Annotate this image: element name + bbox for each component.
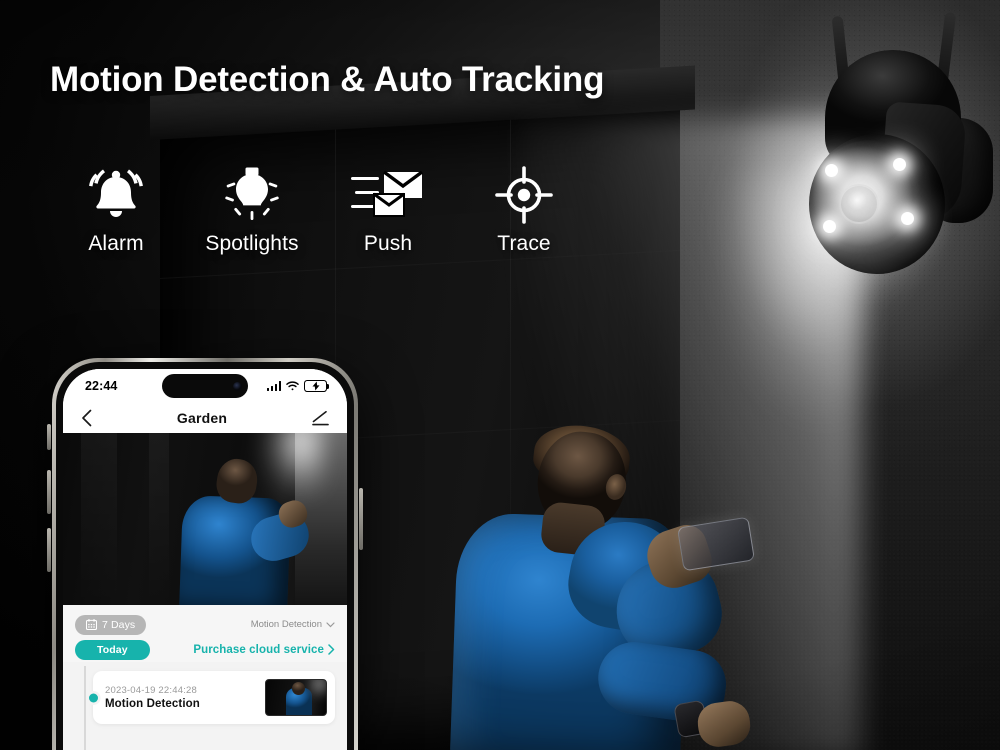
purchase-cloud-service-link[interactable]: Purchase cloud service xyxy=(193,644,335,656)
crosshair-target-icon xyxy=(495,164,553,226)
spotlight-led-4 xyxy=(901,212,914,225)
feature-label: Push xyxy=(363,232,413,255)
event-list: 2023-04-19 22:44:28 Motion Detection xyxy=(63,662,347,750)
filter-controls: 7 Days Motion Detection Today Purchase c… xyxy=(63,605,347,662)
person-figure xyxy=(430,420,760,750)
light-bulb-icon xyxy=(221,164,283,226)
spotlight-led-3 xyxy=(893,158,906,171)
feature-label: Alarm xyxy=(88,232,144,255)
cellular-bars-icon xyxy=(266,381,281,391)
timeline-dot xyxy=(89,693,98,702)
chevron-down-icon xyxy=(326,621,335,628)
calendar-icon xyxy=(86,619,97,630)
filter-row-top: 7 Days Motion Detection xyxy=(75,612,335,637)
chevron-right-icon xyxy=(328,644,335,655)
envelope-push-icon xyxy=(351,164,425,226)
phone-bezel: 22:44 Garden 7 Days Motion Detection Tod… xyxy=(56,362,354,750)
page-title: Garden xyxy=(176,410,228,426)
spotlight-led-2 xyxy=(823,220,836,233)
phone-screen: 22:44 Garden 7 Days Motion Detection Tod… xyxy=(63,369,347,750)
event-timestamp: 2023-04-19 22:44:28 xyxy=(105,685,198,696)
promo-banner: Motion Detection & Auto Tracking Alarm S… xyxy=(0,0,1000,750)
event-title: Motion Detection xyxy=(105,698,200,710)
event-thumbnail[interactable] xyxy=(265,679,327,716)
today-tab[interactable]: Today xyxy=(75,639,150,660)
feature-spotlights[interactable]: Spotlights xyxy=(184,164,320,256)
cloud-link-label: Purchase cloud service xyxy=(193,643,324,656)
spotlight-led-1 xyxy=(825,164,838,177)
list-item[interactable]: 2023-04-19 22:44:28 Motion Detection xyxy=(75,671,335,724)
filter-row-bottom: Today Purchase cloud service xyxy=(75,637,335,662)
alarm-bell-icon xyxy=(83,164,149,226)
chevron-left-icon[interactable] xyxy=(81,409,92,427)
camera-lens xyxy=(839,184,879,224)
ptz-security-camera xyxy=(759,8,1000,316)
app-nav-bar: Garden xyxy=(63,403,347,433)
days-filter-button[interactable]: 7 Days xyxy=(75,614,147,635)
phone-volume-down[interactable] xyxy=(47,528,51,572)
feature-push[interactable]: Push xyxy=(320,164,456,256)
status-icons xyxy=(266,380,330,392)
live-feed-person xyxy=(175,456,325,605)
event-card[interactable]: 2023-04-19 22:44:28 Motion Detection xyxy=(93,671,335,724)
event-type-label: Motion Detection xyxy=(250,619,322,630)
feature-label: Trace xyxy=(497,232,551,255)
dynamic-island xyxy=(162,374,248,398)
edit-pencil-icon[interactable] xyxy=(312,410,329,426)
feature-label: Spotlights xyxy=(205,232,299,255)
feature-trace[interactable]: Trace xyxy=(456,164,592,256)
live-video-feed[interactable] xyxy=(63,433,347,605)
status-bar: 22:44 xyxy=(63,369,347,403)
phone-mute-switch[interactable] xyxy=(47,424,51,450)
phone-mockup: 22:44 Garden 7 Days Motion Detection Tod… xyxy=(47,358,363,750)
days-filter-label: 7 Days xyxy=(102,618,136,631)
front-camera-icon xyxy=(233,381,242,391)
event-type-dropdown[interactable]: Motion Detection xyxy=(251,619,335,630)
feature-list: Alarm Spotlights Push Trace xyxy=(48,164,592,256)
phone-volume-up[interactable] xyxy=(47,470,51,514)
event-text: 2023-04-19 22:44:28 Motion Detection xyxy=(105,685,200,710)
battery-charging-icon xyxy=(304,380,330,392)
phone-power-button[interactable] xyxy=(359,488,363,550)
wifi-icon xyxy=(286,381,299,391)
status-time: 22:44 xyxy=(85,379,118,393)
feature-alarm[interactable]: Alarm xyxy=(48,164,184,256)
page-title: Motion Detection & Auto Tracking xyxy=(50,60,605,99)
